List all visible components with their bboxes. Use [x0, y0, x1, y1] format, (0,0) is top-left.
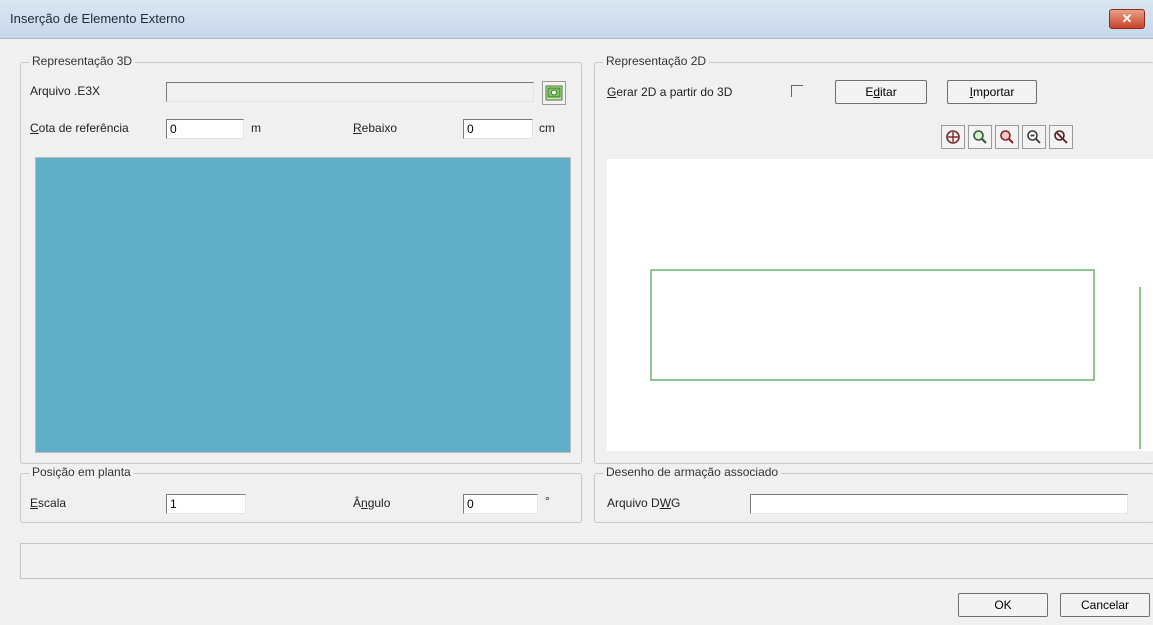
- group-representacao-3d: Representação 3D Arquivo .E3X Cota de re…: [20, 54, 582, 464]
- dialog-window: Inserção de Elemento Externo ✕ Represent…: [0, 0, 1153, 625]
- cancel-button[interactable]: Cancelar: [1060, 593, 1150, 617]
- rebaixo-label: Rebaixo: [353, 121, 398, 135]
- importar-button[interactable]: Importar: [947, 80, 1037, 104]
- cota-referencia-label: Cota de referência: [30, 121, 129, 135]
- arquivo-dwg-input[interactable]: [750, 494, 1128, 514]
- angulo-unit: °: [545, 494, 550, 508]
- cota-referencia-input[interactable]: [166, 119, 244, 139]
- status-bar: [20, 543, 1153, 579]
- rebaixo-unit: cm: [539, 121, 555, 135]
- group-3d-legend: Representação 3D: [29, 54, 136, 68]
- title-bar: Inserção de Elemento Externo ✕: [0, 0, 1153, 39]
- arquivo-dwg-label: Arquivo DWG: [607, 496, 681, 510]
- gerar-2d-label: Gerar 2D a partir do 3D: [607, 85, 733, 99]
- pan-button[interactable]: [941, 125, 965, 149]
- zoom-out-icon: [1027, 130, 1041, 144]
- zoom-window-icon: [973, 130, 987, 144]
- preview-3d-viewport[interactable]: [35, 157, 571, 453]
- group-2d-legend: Representação 2D: [603, 54, 710, 68]
- drawing-outline: [650, 269, 1095, 381]
- drawing-2d: [650, 269, 1141, 449]
- angulo-label: Ângulo: [353, 496, 391, 510]
- close-icon: ✕: [1121, 11, 1133, 26]
- refresh-view-button[interactable]: [1049, 125, 1073, 149]
- desenho-legend: Desenho de armação associado: [603, 465, 782, 479]
- gerar-2d-checkbox[interactable]: [791, 85, 803, 97]
- cota-unit: m: [251, 121, 261, 135]
- zoom-window-button[interactable]: [968, 125, 992, 149]
- close-button[interactable]: ✕: [1109, 9, 1145, 29]
- escala-input[interactable]: [166, 494, 246, 514]
- posicao-legend: Posição em planta: [29, 465, 134, 479]
- rebaixo-input[interactable]: [463, 119, 533, 139]
- pan-icon: [946, 130, 960, 144]
- browse-e3x-button[interactable]: [542, 81, 566, 105]
- angulo-input[interactable]: [463, 494, 538, 514]
- group-desenho-armacao: Desenho de armação associado Arquivo DWG: [594, 465, 1153, 523]
- arquivo-e3x-field[interactable]: [166, 82, 534, 102]
- zoom-out-button[interactable]: [1022, 125, 1046, 149]
- browse-file-icon: [545, 85, 563, 101]
- group-representacao-2d: Representação 2D Gerar 2D a partir do 3D…: [594, 54, 1153, 464]
- ok-button[interactable]: OK: [958, 593, 1048, 617]
- zoom-extents-button[interactable]: [995, 125, 1019, 149]
- escala-label: Escala: [30, 496, 67, 510]
- refresh-view-icon: [1054, 130, 1068, 144]
- editar-button[interactable]: Editar: [835, 80, 927, 104]
- zoom-extents-icon: [1000, 130, 1014, 144]
- arquivo-e3x-label: Arquivo .E3X: [30, 84, 101, 98]
- preview-2d-viewport[interactable]: [607, 159, 1153, 451]
- group-posicao-planta: Posição em planta Escala Ângulo °: [20, 465, 582, 523]
- window-title: Inserção de Elemento Externo: [10, 11, 185, 26]
